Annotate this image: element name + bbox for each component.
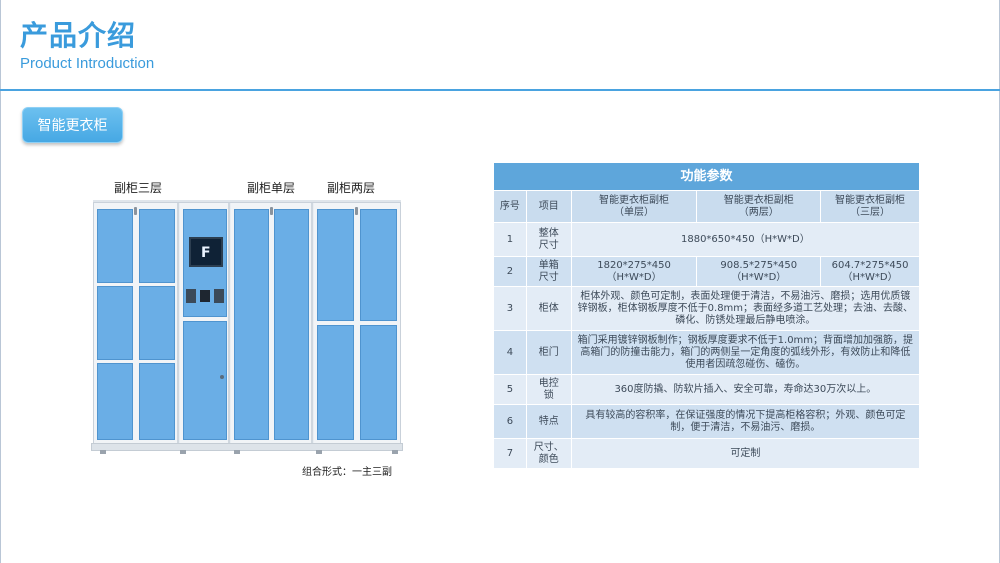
cabinet-foot	[316, 450, 322, 454]
touch-screen-icon: F	[189, 237, 223, 267]
locker-door	[317, 209, 354, 321]
row-no: 7	[493, 438, 527, 469]
three-tier-unit	[94, 203, 179, 446]
locker-door	[360, 325, 397, 440]
keypad-icon	[186, 289, 196, 303]
row-item: 柜体	[525, 286, 572, 331]
row-value: 1880*650*450（H*W*D）	[570, 222, 921, 257]
cabinet-foot	[180, 450, 186, 454]
table-row: 3 柜体 柜体外观、颜色可定制，表面处理便于清洁，不易油污、磨损；选用优质镀锌钢…	[493, 286, 921, 331]
locker-door	[139, 363, 175, 440]
main-unit: F	[180, 203, 230, 446]
row-item: 尺寸、 颜色	[525, 438, 572, 469]
table-title: 功能参数	[493, 162, 920, 191]
combination-caption: 组合形式：一主三副	[302, 467, 392, 478]
row-value-double: 908.5*275*450（H*W*D）	[696, 256, 822, 287]
locker-cabinet-illustration: F	[93, 202, 401, 447]
row-no: 2	[493, 256, 527, 287]
locker-door	[97, 286, 133, 360]
header-double: 智能更衣柜副柜 （两层）	[696, 190, 822, 223]
row-value: 箱门采用镀锌钢板制作；钢板厚度要求不低于1.0mm；背面增加加强筋，提高箱门的防…	[570, 330, 921, 375]
lock-indicator-icon	[270, 207, 273, 215]
row-value: 可定制	[570, 438, 921, 469]
parameter-table: 功能参数 序号 项目 智能更衣柜副柜 （单层） 智能更衣柜副柜 （两层） 智能更…	[493, 162, 921, 469]
locker-door	[139, 209, 175, 283]
label-three-tier: 副柜三层	[114, 181, 163, 195]
row-value: 360度防撬、防软片插入、安全可靠，寿命达30万次以上。	[570, 374, 921, 405]
lock-indicator-icon	[355, 207, 358, 215]
category-button-smart-locker[interactable]: 智能更衣柜	[22, 107, 123, 143]
locker-door	[274, 209, 309, 440]
table-row: 6 特点 具有较高的容积率，在保证强度的情况下提高柜格容积；外观、颜色可定制，便…	[493, 404, 921, 439]
locker-door	[97, 209, 133, 283]
table-row: 1 整体 尺寸 1880*650*450（H*W*D）	[493, 222, 921, 257]
table-row: 2 单箱 尺寸 1820*275*450 （H*W*D） 908.5*275*4…	[493, 256, 920, 287]
locker-door	[183, 321, 227, 440]
header-item: 项目	[525, 190, 572, 223]
title-divider	[0, 89, 1000, 91]
cabinet-base	[91, 443, 403, 451]
table-row: 7 尺寸、 颜色 可定制	[493, 438, 921, 469]
cabinet-foot	[392, 450, 398, 454]
header-single: 智能更衣柜副柜 （单层）	[570, 190, 698, 223]
row-no: 3	[493, 286, 527, 331]
cabinet-foot	[100, 450, 106, 454]
scanner-icon	[200, 290, 210, 302]
row-item: 单箱 尺寸	[525, 256, 572, 287]
row-no: 5	[493, 374, 527, 405]
row-value-single: 1820*275*450 （H*W*D）	[570, 256, 698, 287]
keyhole-icon	[220, 375, 224, 379]
table-row: 4 柜门 箱门采用镀锌钢板制作；钢板厚度要求不低于1.0mm；背面增加加强筋，提…	[493, 330, 921, 375]
locker-door	[139, 286, 175, 360]
locker-door	[317, 325, 354, 440]
page-subtitle: Product Introduction	[20, 55, 155, 72]
locker-door	[360, 209, 397, 321]
row-value-triple: 604.7*275*450 （H*W*D）	[820, 256, 920, 287]
card-reader-icon	[214, 289, 224, 303]
table-row: 5 电控 锁 360度防撬、防软片插入、安全可靠，寿命达30万次以上。	[493, 374, 921, 405]
label-single-tier: 副柜单层	[247, 181, 296, 195]
label-two-tier: 副柜两层	[327, 181, 376, 195]
two-tier-unit	[314, 203, 400, 446]
row-no: 4	[493, 330, 527, 375]
single-tier-unit	[231, 203, 313, 446]
header-no: 序号	[493, 190, 527, 223]
row-item: 电控 锁	[525, 374, 572, 405]
lock-indicator-icon	[134, 207, 137, 215]
row-item: 特点	[525, 404, 572, 439]
table-header-row: 序号 项目 智能更衣柜副柜 （单层） 智能更衣柜副柜 （两层） 智能更衣柜副柜 …	[493, 190, 920, 223]
row-value: 具有较高的容积率，在保证强度的情况下提高柜格容积；外观、颜色可定制，便于清洁，不…	[570, 404, 921, 439]
cabinet-foot	[234, 450, 240, 454]
row-item: 整体 尺寸	[525, 222, 572, 257]
row-item: 柜门	[525, 330, 572, 375]
frame-left-border	[0, 0, 1, 563]
page-title: 产品介绍	[20, 19, 137, 52]
locker-door	[234, 209, 269, 440]
row-value: 柜体外观、颜色可定制，表面处理便于清洁，不易油污、磨损；选用优质镀锌钢板，柜体钢…	[570, 286, 921, 331]
locker-door	[97, 363, 133, 440]
row-no: 1	[493, 222, 527, 257]
row-no: 6	[493, 404, 527, 439]
header-triple: 智能更衣柜副柜 （三层）	[820, 190, 920, 223]
